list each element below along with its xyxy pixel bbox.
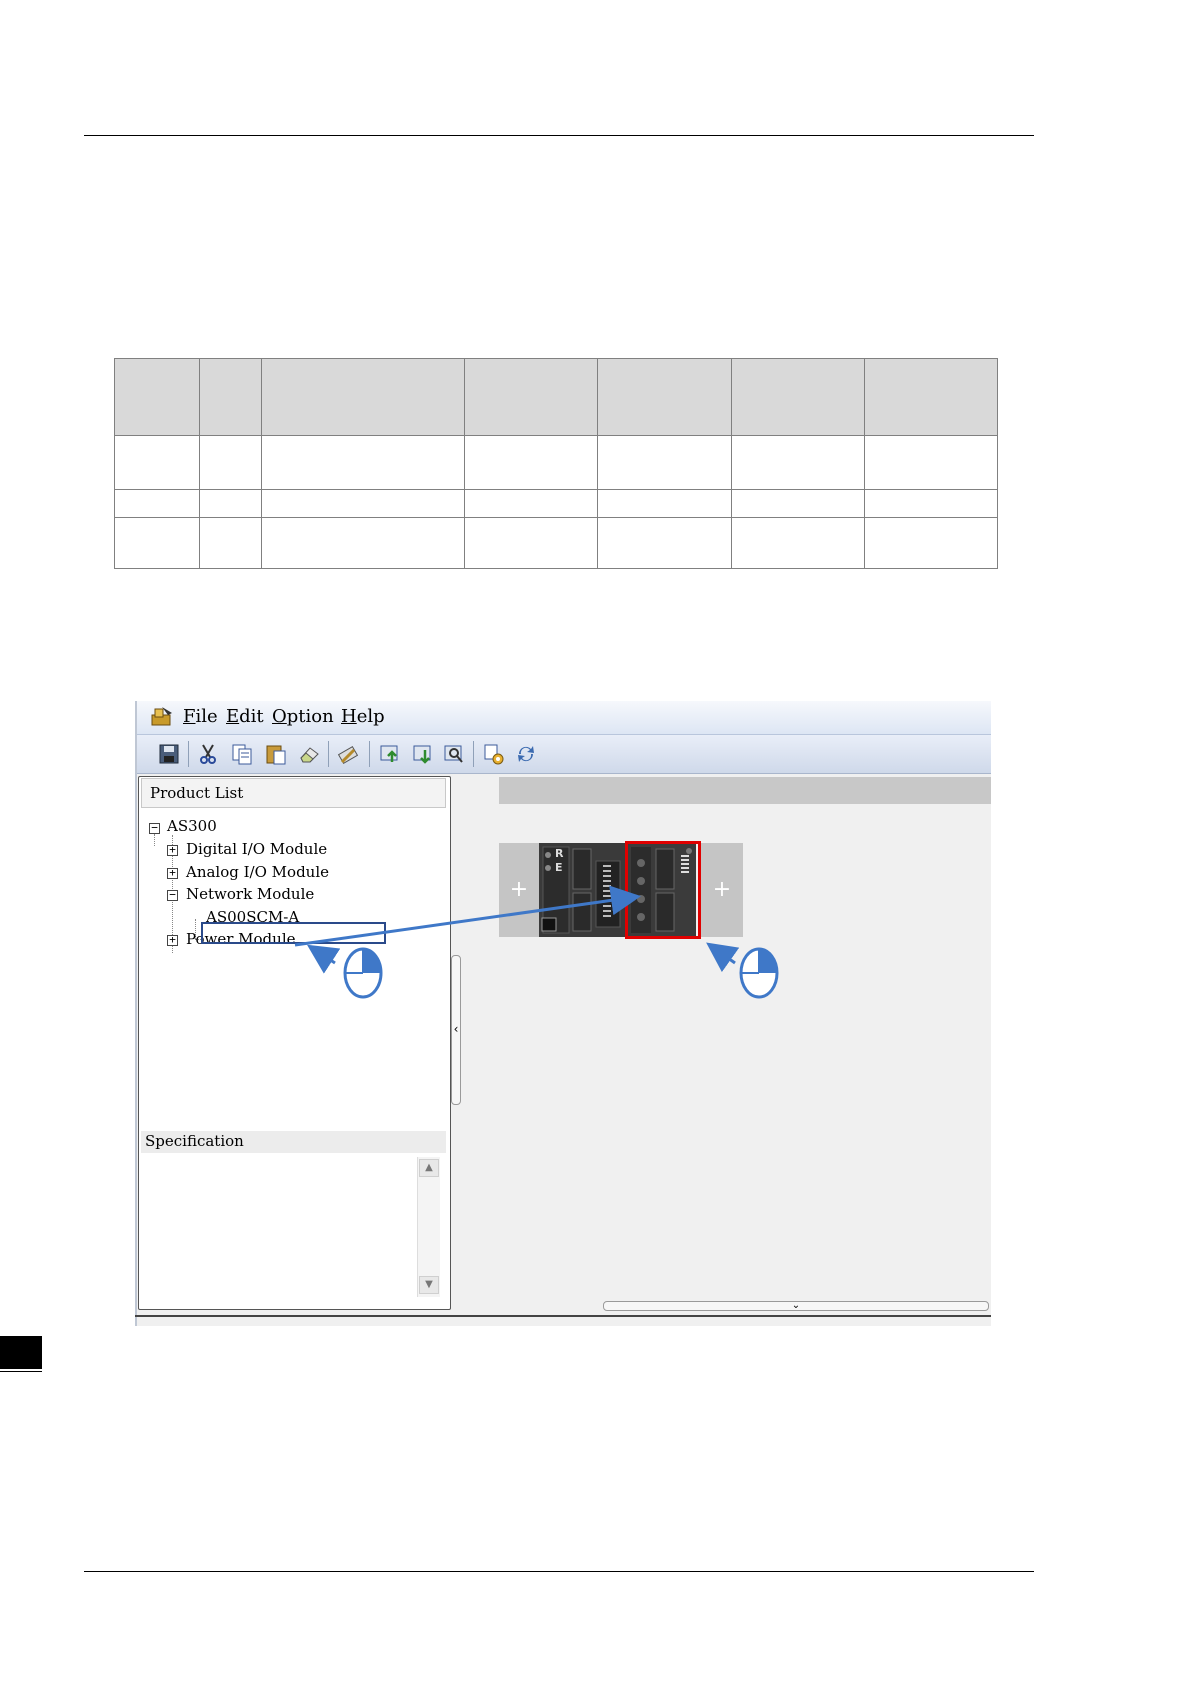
table-row — [114, 435, 998, 490]
mouse-left-click-icon — [343, 947, 383, 999]
page-tab-marker — [0, 1336, 42, 1369]
footer-rule — [84, 1571, 1034, 1572]
table-header-cell — [731, 358, 865, 436]
page-tab-underline — [0, 1371, 42, 1372]
spec-table — [114, 358, 998, 569]
horizontal-scrollbar[interactable]: ⌄ — [603, 1301, 989, 1311]
table-header-cell — [597, 358, 732, 436]
table-row — [114, 517, 998, 569]
table-header-cell — [114, 358, 200, 436]
window-bottom-border — [135, 1315, 991, 1317]
table-header-cell — [261, 358, 465, 436]
mouse-left-click-icon — [739, 947, 779, 999]
table-row — [114, 489, 998, 518]
table-header-cell — [864, 358, 998, 436]
drag-annotation — [294, 885, 740, 974]
hwconfig-window: File Edit Option Help Product List − AS3… — [135, 701, 991, 1326]
header-rule — [84, 135, 1034, 136]
table-header-cell — [464, 358, 598, 436]
table-header-cell — [199, 358, 262, 436]
